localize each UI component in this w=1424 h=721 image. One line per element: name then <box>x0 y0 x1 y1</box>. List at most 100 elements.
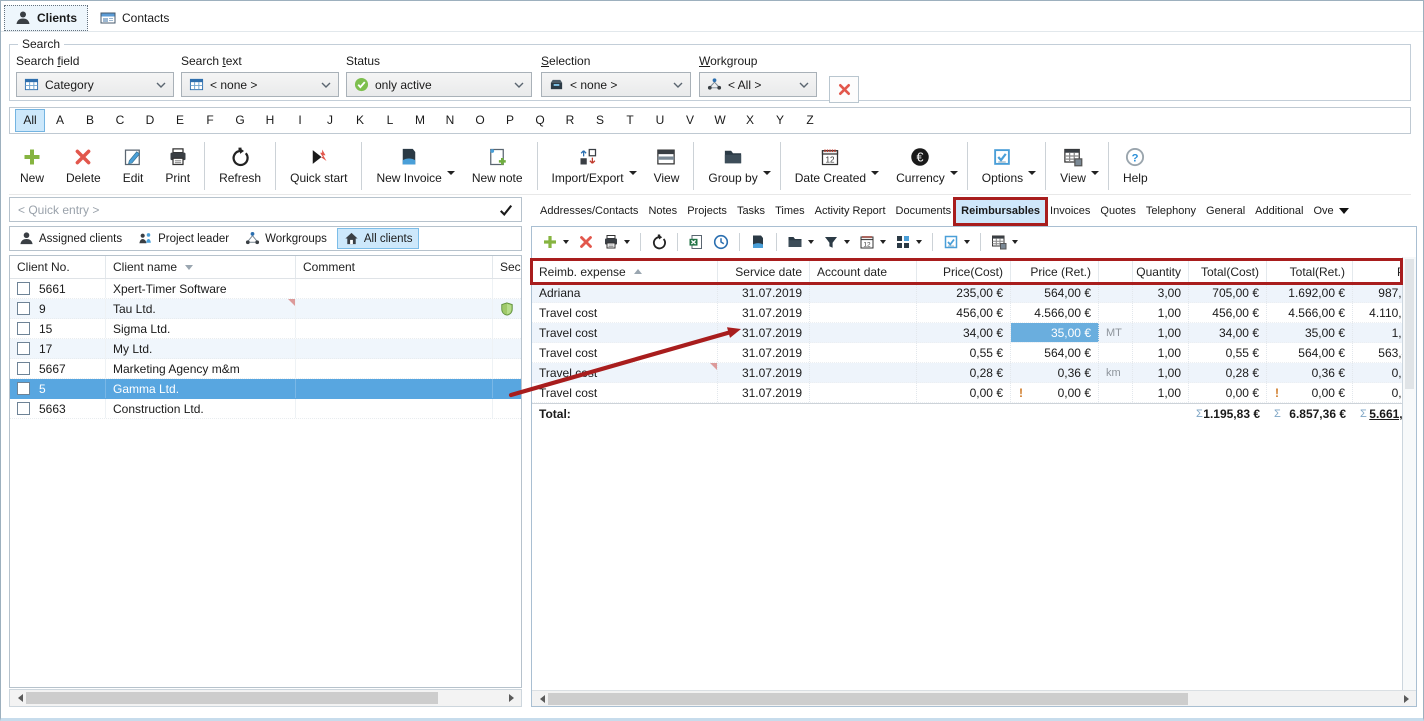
new-invoice-button[interactable]: New Invoice <box>365 138 452 194</box>
alphabet-J[interactable]: J <box>315 110 345 131</box>
column-header-unit[interactable] <box>1099 261 1133 282</box>
view-tab-project-leader[interactable]: Project leader <box>132 228 235 249</box>
confirm-icon[interactable] <box>499 203 513 217</box>
print-button[interactable]: Print <box>154 138 201 194</box>
filter-dropdown-icon[interactable] <box>844 240 850 244</box>
reimbursable-row[interactable]: Travel cost31.07.20190,55 €564,00 €1,000… <box>532 343 1402 363</box>
reimbursable-row[interactable]: Travel cost31.07.20190,28 €0,36 €km1,000… <box>532 363 1402 383</box>
row-checkbox[interactable] <box>17 402 30 415</box>
column-header-sec[interactable]: Sec <box>493 256 521 278</box>
alphabet-R[interactable]: R <box>555 110 585 131</box>
currency-button[interactable]: €Currency <box>885 138 956 194</box>
folder-dropdown-icon[interactable] <box>808 240 814 244</box>
clear-search-button[interactable] <box>829 76 859 103</box>
view-tab-assigned-clients[interactable]: Assigned clients <box>13 228 128 249</box>
detail-tab-documents[interactable]: Documents <box>891 200 957 223</box>
timer-button[interactable] <box>648 232 670 252</box>
options-button[interactable] <box>940 232 973 252</box>
alphabet-S[interactable]: S <box>585 110 615 131</box>
quick-entry-input[interactable]: < Quick entry > <box>9 197 522 222</box>
scroll-thumb[interactable] <box>26 692 438 704</box>
alphabet-K[interactable]: K <box>345 110 375 131</box>
options-button[interactable]: Options <box>971 138 1034 194</box>
new-note-button[interactable]: New note <box>461 138 534 194</box>
print-dropdown-icon[interactable] <box>624 240 630 244</box>
alphabet-W[interactable]: W <box>705 110 735 131</box>
row-checkbox[interactable] <box>17 382 30 395</box>
client-row[interactable]: 5663Construction Ltd. <box>10 399 521 419</box>
reimbursable-row[interactable]: Travel cost31.07.201934,00 €35,00 €MT1,0… <box>532 323 1402 343</box>
detail-tab-additional[interactable]: Additional <box>1250 200 1308 223</box>
filter-button[interactable] <box>820 232 853 252</box>
alphabet-L[interactable]: L <box>375 110 405 131</box>
alphabet-G[interactable]: G <box>225 110 255 131</box>
client-row[interactable]: 9Tau Ltd. <box>10 299 521 319</box>
scroll-left-icon[interactable] <box>532 691 548 706</box>
row-checkbox[interactable] <box>17 302 30 315</box>
alphabet-H[interactable]: H <box>255 110 285 131</box>
client-row[interactable]: 5Gamma Ltd. <box>10 379 521 399</box>
alphabet-P[interactable]: P <box>495 110 525 131</box>
tab-overflow-icon[interactable] <box>1339 208 1349 214</box>
alphabet-T[interactable]: T <box>615 110 645 131</box>
view-tab-workgroups[interactable]: Workgroups <box>239 228 333 249</box>
detail-vscrollbar[interactable] <box>1402 257 1416 690</box>
tab-contacts[interactable]: Contacts <box>90 5 179 31</box>
detail-tab-addresses-contacts[interactable]: Addresses/Contacts <box>535 200 643 223</box>
date-created-dropdown-icon[interactable] <box>871 171 879 175</box>
invoice-button[interactable] <box>747 232 769 252</box>
detail-tab-ove[interactable]: Ove <box>1309 200 1354 223</box>
price_ret-cell[interactable]: 35,00 € <box>1011 323 1099 342</box>
detail-tab-notes[interactable]: Notes <box>643 200 682 223</box>
detail-tab-tasks[interactable]: Tasks <box>732 200 770 223</box>
alphabet-I[interactable]: I <box>285 110 315 131</box>
alphabet-A[interactable]: A <box>45 110 75 131</box>
row-checkbox[interactable] <box>17 342 30 355</box>
reimbursable-row[interactable]: Travel cost31.07.2019456,00 €4.566,00 €1… <box>532 303 1402 323</box>
client-row[interactable]: 5661Xpert-Timer Software <box>10 279 521 299</box>
reimbursable-row[interactable]: Travel cost31.07.20190,00 €!0,00 €1,000,… <box>532 383 1402 403</box>
detail-tab-activity-report[interactable]: Activity Report <box>810 200 891 223</box>
workgroup-combobox[interactable]: < All > <box>699 72 817 97</box>
client-row[interactable]: 5667Marketing Agency m&m <box>10 359 521 379</box>
scroll-right-icon[interactable] <box>505 690 521 706</box>
new-button[interactable]: New <box>9 138 55 194</box>
delete-button[interactable]: Delete <box>55 138 112 194</box>
column-header-account-date[interactable]: Account date <box>810 261 917 282</box>
time-button[interactable] <box>710 232 732 252</box>
row-checkbox[interactable] <box>17 322 30 335</box>
scroll-left-icon[interactable] <box>10 690 26 706</box>
alphabet-N[interactable]: N <box>435 110 465 131</box>
group-dropdown-icon[interactable] <box>916 240 922 244</box>
detail-tab-general[interactable]: General <box>1201 200 1250 223</box>
date-created-button[interactable]: 12Date Created <box>784 138 877 194</box>
alphabet-C[interactable]: C <box>105 110 135 131</box>
view-button[interactable]: View <box>643 138 691 194</box>
alphabet-U[interactable]: U <box>645 110 675 131</box>
detail-tab-projects[interactable]: Projects <box>682 200 732 223</box>
print-button[interactable] <box>600 232 633 252</box>
detail-tab-telephony[interactable]: Telephony <box>1141 200 1201 223</box>
alphabet-V[interactable]: V <box>675 110 705 131</box>
alphabet-F[interactable]: F <box>195 110 225 131</box>
quick-start-button[interactable]: Quick start <box>279 138 358 194</box>
refresh-button[interactable]: Refresh <box>208 138 272 194</box>
view-button[interactable]: View <box>1049 138 1097 194</box>
import-export-dropdown-icon[interactable] <box>629 171 637 175</box>
excel-export-button[interactable] <box>685 232 707 252</box>
row-checkbox[interactable] <box>17 282 30 295</box>
search-field-combobox[interactable]: Category <box>16 72 174 97</box>
scroll-thumb[interactable] <box>548 693 1188 705</box>
alphabet-D[interactable]: D <box>135 110 165 131</box>
client-row[interactable]: 15Sigma Ltd. <box>10 319 521 339</box>
column-header-service-date[interactable]: Service date <box>718 261 810 282</box>
detail-tab-times[interactable]: Times <box>770 200 810 223</box>
view-dropdown-icon[interactable] <box>1012 240 1018 244</box>
alphabet-Y[interactable]: Y <box>765 110 795 131</box>
help-button[interactable]: ?Help <box>1112 138 1159 194</box>
column-header-client-no[interactable]: Client No. <box>10 256 106 278</box>
detail-tab-reimbursables[interactable]: Reimbursables <box>956 200 1045 223</box>
client-row[interactable]: 17My Ltd. <box>10 339 521 359</box>
column-header-reimb-expense[interactable]: Reimb. expense <box>532 261 718 282</box>
folder-button[interactable] <box>784 232 817 252</box>
